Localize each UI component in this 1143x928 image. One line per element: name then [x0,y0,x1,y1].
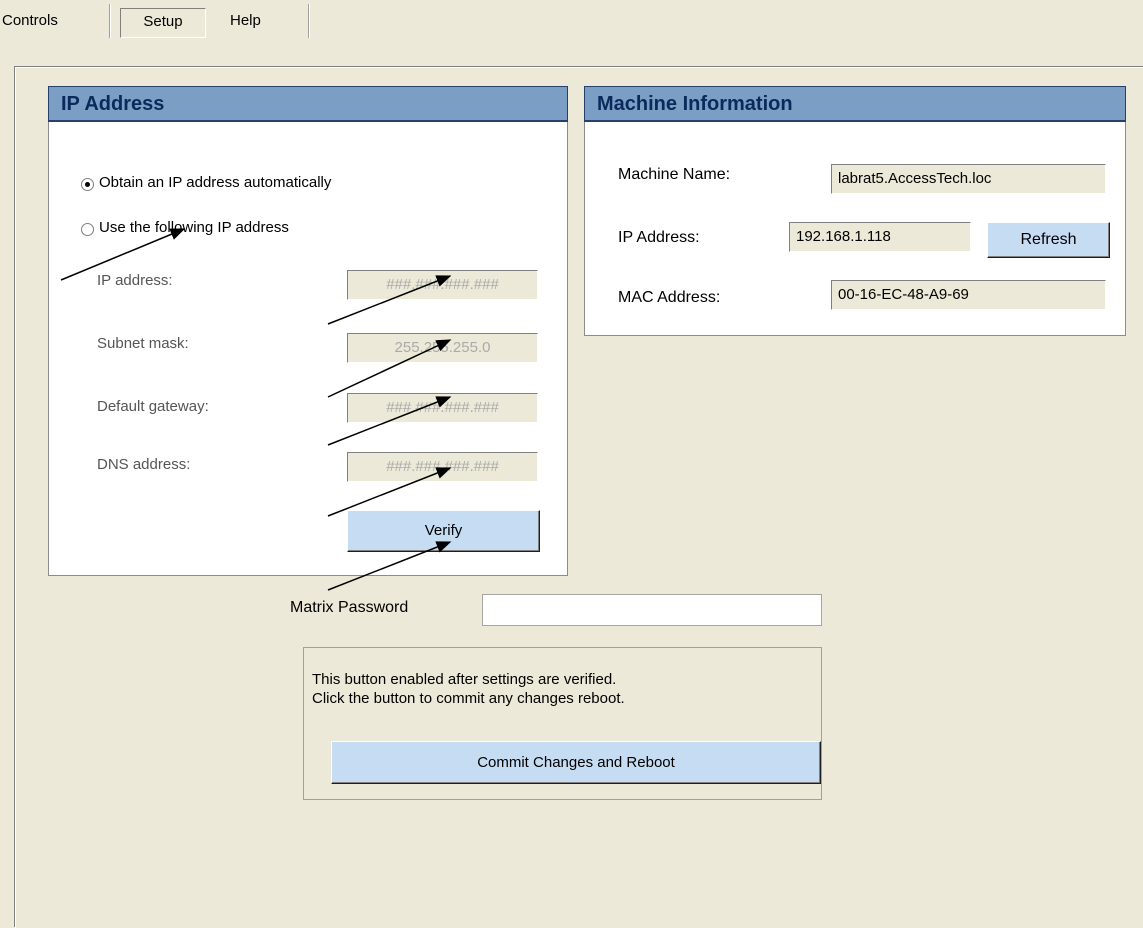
refresh-button[interactable]: Refresh [987,222,1110,258]
menu-setup[interactable]: Setup [120,8,206,38]
dns-address-field[interactable]: ###.###.###.### [347,452,538,482]
machine-name-label: Machine Name: [618,166,731,183]
ip-address-label: IP address: [97,272,173,289]
radio-use-following-label[interactable]: Use the following IP address [99,219,289,236]
menu-controls[interactable]: Controls [0,8,64,38]
ip-address-panel-title: IP Address [48,86,568,122]
radio-obtain-auto[interactable] [81,178,94,191]
radio-use-following[interactable] [81,223,94,236]
commit-note-line1: This button enabled after settings are v… [312,671,617,688]
verify-button[interactable]: Verify [347,510,540,552]
menu-separator [109,4,111,38]
default-gateway-field[interactable]: ###.###.###.### [347,393,538,423]
mac-address-label: MAC Address: [618,289,721,306]
matrix-password-input[interactable] [482,594,822,626]
menu-separator [308,4,310,38]
menu-help[interactable]: Help [224,8,267,38]
machine-info-panel-title: Machine Information [584,86,1126,122]
ip-address-field[interactable]: ###.###.###.### [347,270,538,300]
machine-name-field: labrat5.AccessTech.loc [831,164,1106,194]
mac-address-field: 00-16-EC-48-A9-69 [831,280,1106,310]
dns-address-label: DNS address: [97,456,191,473]
ip-address-panel [48,86,568,576]
default-gateway-label: Default gateway: [97,398,209,415]
machine-ip-field: 192.168.1.118 [789,222,971,252]
radio-obtain-auto-label[interactable]: Obtain an IP address automatically [99,174,331,191]
machine-ip-label: IP Address: [618,229,700,246]
subnet-mask-field[interactable]: 255.255.255.0 [347,333,538,363]
commit-reboot-button[interactable]: Commit Changes and Reboot [331,741,821,784]
matrix-password-label: Matrix Password [290,599,409,616]
subnet-mask-label: Subnet mask: [97,335,189,352]
commit-note-line2: Click the button to commit any changes r… [312,690,625,707]
radio-selected-dot [85,182,90,187]
